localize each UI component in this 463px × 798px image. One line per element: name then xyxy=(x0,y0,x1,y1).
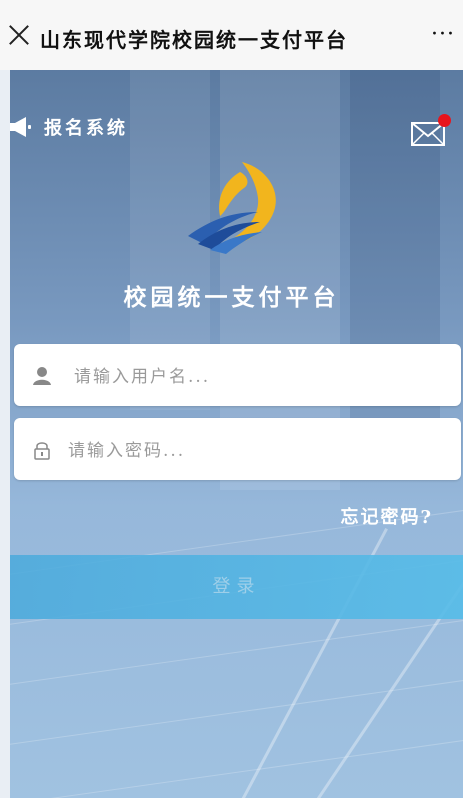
app-root: 山东现代学院校园统一支付平台 ··· 报名系统 校园统一支付平台 请输入用户名.… xyxy=(0,0,463,798)
close-icon[interactable] xyxy=(8,24,30,46)
notification-badge xyxy=(438,114,451,127)
password-field[interactable] xyxy=(14,418,461,480)
forgot-password-link[interactable]: 忘记密码? xyxy=(340,503,433,529)
login-button[interactable]: 登录 xyxy=(10,555,463,619)
password-input[interactable] xyxy=(66,428,440,474)
username-input[interactable] xyxy=(72,354,446,400)
username-field[interactable] xyxy=(14,344,461,406)
window-title: 山东现代学院校园统一支付平台 xyxy=(40,28,348,52)
more-icon[interactable]: ··· xyxy=(431,22,455,47)
title-bar: 山东现代学院校园统一支付平台 ··· xyxy=(0,0,463,70)
user-icon xyxy=(33,367,51,385)
platform-name: 校园统一支付平台 xyxy=(123,284,340,311)
logo xyxy=(188,162,276,254)
megaphone-icon xyxy=(10,117,31,137)
header-row: 报名系统 xyxy=(10,110,463,150)
lock-icon xyxy=(34,442,50,460)
left-edge xyxy=(0,70,10,798)
system-label[interactable]: 报名系统 xyxy=(44,114,128,140)
